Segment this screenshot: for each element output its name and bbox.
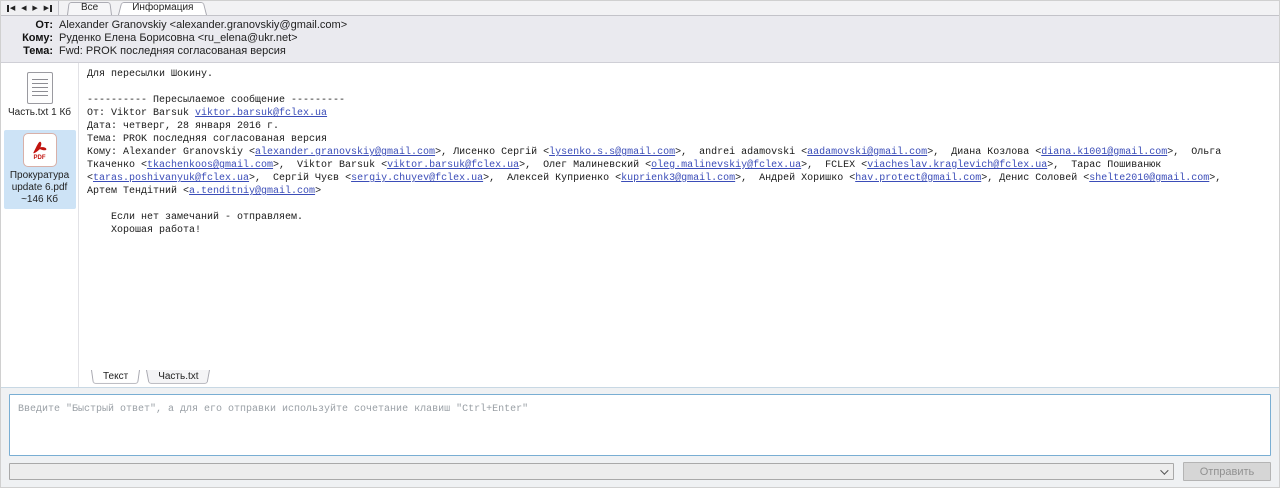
subject-label: Тема:: [1, 45, 59, 58]
viewer-tab-part-txt-label: Часть.txt: [158, 371, 198, 382]
attachment-txt-label: Часть.txt 1 Кб: [6, 107, 74, 119]
message-text: ---------- Пересылаемое сообщение ------…: [87, 95, 345, 106]
previous-message-icon[interactable]: ◀: [21, 5, 26, 12]
email-link[interactable]: hav.protect@gmail.com: [855, 173, 981, 184]
bar-glyph: [7, 5, 9, 12]
email-link[interactable]: kuprienk3@gmail.com: [621, 173, 735, 184]
quick-reply-panel: Отправить: [1, 387, 1279, 487]
header-row-subject: Тема: Fwd: PROK последняя согласованая в…: [1, 45, 1279, 58]
attachment-pdf-label: Прокуратура update 6.pdf ~146 Кб: [6, 170, 74, 206]
email-link[interactable]: viktor.barsuk@fclex.ua: [195, 108, 327, 119]
message-line: Дата: четверг, 28 января 2016 г.: [87, 120, 1273, 133]
message-line: [87, 81, 1273, 94]
subject-value: Fwd: PROK последняя согласованая версия: [59, 45, 286, 58]
email-link[interactable]: shelte2010@gmail.com: [1089, 173, 1209, 184]
pdf-icon-text: PDF: [34, 155, 46, 161]
to-label: Кому:: [1, 32, 59, 45]
from-label: От:: [1, 19, 59, 32]
bar-glyph: [50, 5, 52, 12]
attachment-pdf[interactable]: PDF Прокуратура update 6.pdf ~146 Кб: [4, 130, 76, 209]
email-link[interactable]: lysenko.s.s@gmail.com: [549, 147, 675, 158]
message-line: От: Viktor Barsuk viktor.barsuk@fclex.ua: [87, 107, 1273, 120]
to-value: Руденко Елена Борисовна <ru_elena@ukr.ne…: [59, 32, 298, 45]
email-link[interactable]: a.tenditniy@gmail.com: [189, 186, 315, 197]
email-link[interactable]: oleg.malinevskiy@fclex.ua: [651, 160, 801, 171]
text-file-icon: [27, 72, 53, 104]
email-link[interactable]: diana.k1001@gmail.com: [1041, 147, 1167, 158]
quick-reply-input[interactable]: [9, 394, 1271, 456]
tab-all[interactable]: Все: [67, 1, 112, 15]
main-area: Часть.txt 1 Кб PDF Прокуратура update 6.…: [1, 63, 1279, 387]
chevron-down-icon: [1160, 466, 1168, 474]
message-line: ---------- Пересылаемое сообщение ------…: [87, 94, 1273, 107]
view-tabstrip: Все Информация: [59, 1, 213, 15]
message-text: Артем Тендітний <: [87, 186, 189, 197]
message-text: Дата: четверг, 28 января 2016 г.: [87, 121, 279, 132]
tab-all-label: Все: [81, 2, 98, 13]
first-message-icon[interactable]: ◀: [7, 5, 15, 12]
message-header-block: От: Alexander Granovskiy <alexander.gran…: [1, 16, 1279, 63]
message-text: Ткаченко <: [87, 160, 147, 171]
message-text: >, Сергій Чуєв <: [249, 173, 351, 184]
message-text: >, Viktor Barsuk <: [273, 160, 387, 171]
message-text: >, Алексей Куприенко <: [483, 173, 621, 184]
pdf-swirl-glyph: [31, 139, 49, 155]
email-link[interactable]: aadamovski@gmail.com: [807, 147, 927, 158]
from-value: Alexander Granovskiy <alexander.granovsk…: [59, 19, 347, 32]
email-link[interactable]: tkachenkoos@gmail.com: [147, 160, 273, 171]
next-message-icon[interactable]: ▶: [32, 5, 37, 12]
header-row-from: От: Alexander Granovskiy <alexander.gran…: [1, 19, 1279, 32]
reply-options-dropdown[interactable]: [9, 463, 1174, 480]
message-line: Тема: PROK последняя согласованая версия: [87, 133, 1273, 146]
message-text: >, Андрей Хоришко <: [735, 173, 855, 184]
message-text: >, FCLEX <: [801, 160, 867, 171]
message-text: Хорошая работа!: [87, 225, 201, 236]
message-line: <taras.poshivanyuk@fclex.ua>, Сергій Чує…: [87, 172, 1273, 185]
message-text: >, Олег Малиневский <: [519, 160, 651, 171]
message-text: >, andrei adamovski <: [675, 147, 807, 158]
viewer-tabstrip: Текст Часть.txt: [79, 370, 1279, 387]
message-line: Для пересылки Шокину.: [87, 68, 1273, 81]
header-row-to: Кому: Руденко Елена Борисовна <ru_elena@…: [1, 32, 1279, 45]
message-nav-group: ◀ ◀ ▶ ▶: [1, 1, 59, 15]
tab-information-label: Информация: [132, 2, 193, 13]
message-text: >, Ольга: [1167, 147, 1221, 158]
message-text: >, Денис Соловей <: [981, 173, 1089, 184]
send-button[interactable]: Отправить: [1183, 462, 1271, 481]
message-line: Артем Тендітний <a.tenditniy@gmail.com>: [87, 185, 1273, 198]
message-text: >, Тарас Пошиванюк: [1047, 160, 1161, 171]
top-toolbar: ◀ ◀ ▶ ▶ Все Информация: [1, 1, 1279, 16]
message-line: Хорошая работа!: [87, 224, 1273, 237]
attachment-txt[interactable]: Часть.txt 1 Кб: [4, 69, 76, 122]
message-line: Кому: Alexander Granovskiy <alexander.gr…: [87, 146, 1273, 159]
message-text: Кому: Alexander Granovskiy <: [87, 147, 255, 158]
email-link[interactable]: taras.poshivanyuk@fclex.ua: [93, 173, 249, 184]
viewer-tab-text[interactable]: Текст: [91, 370, 140, 385]
email-link[interactable]: viktor.barsuk@fclex.ua: [387, 160, 519, 171]
viewer-tab-part-txt[interactable]: Часть.txt: [146, 370, 210, 385]
last-message-icon[interactable]: ▶: [44, 5, 52, 12]
email-link[interactable]: alexander.granovskiy@gmail.com: [255, 147, 435, 158]
viewer-tab-text-label: Текст: [103, 371, 128, 382]
message-text: >, Лисенко Сергій <: [435, 147, 549, 158]
message-text: >,: [1209, 173, 1221, 184]
email-link[interactable]: sergiy.chuyev@fclex.ua: [351, 173, 483, 184]
message-text: Для пересылки Шокину.: [87, 69, 213, 80]
message-text: Если нет замечаний - отправляем.: [87, 212, 303, 223]
message-text: >, Диана Козлова <: [927, 147, 1041, 158]
reply-footer-row: Отправить: [9, 456, 1271, 482]
message-body: Для пересылки Шокину. ---------- Пересыла…: [79, 63, 1279, 370]
message-line: Ткаченко <tkachenkoos@gmail.com>, Viktor…: [87, 159, 1273, 172]
message-pane: Для пересылки Шокину. ---------- Пересыла…: [79, 63, 1279, 387]
message-text: От: Viktor Barsuk: [87, 108, 195, 119]
tab-information[interactable]: Информация: [118, 1, 207, 15]
email-link[interactable]: viacheslav.kraglevich@fclex.ua: [867, 160, 1047, 171]
message-text: >: [315, 186, 321, 197]
mail-viewer-window: ◀ ◀ ▶ ▶ Все Информация От: Alexander Gra…: [0, 0, 1280, 488]
message-line: [87, 198, 1273, 211]
message-line: Если нет замечаний - отправляем.: [87, 211, 1273, 224]
attachment-pane: Часть.txt 1 Кб PDF Прокуратура update 6.…: [1, 63, 79, 387]
message-text: Тема: PROK последняя согласованая версия: [87, 134, 327, 145]
pdf-file-icon: PDF: [23, 133, 57, 167]
